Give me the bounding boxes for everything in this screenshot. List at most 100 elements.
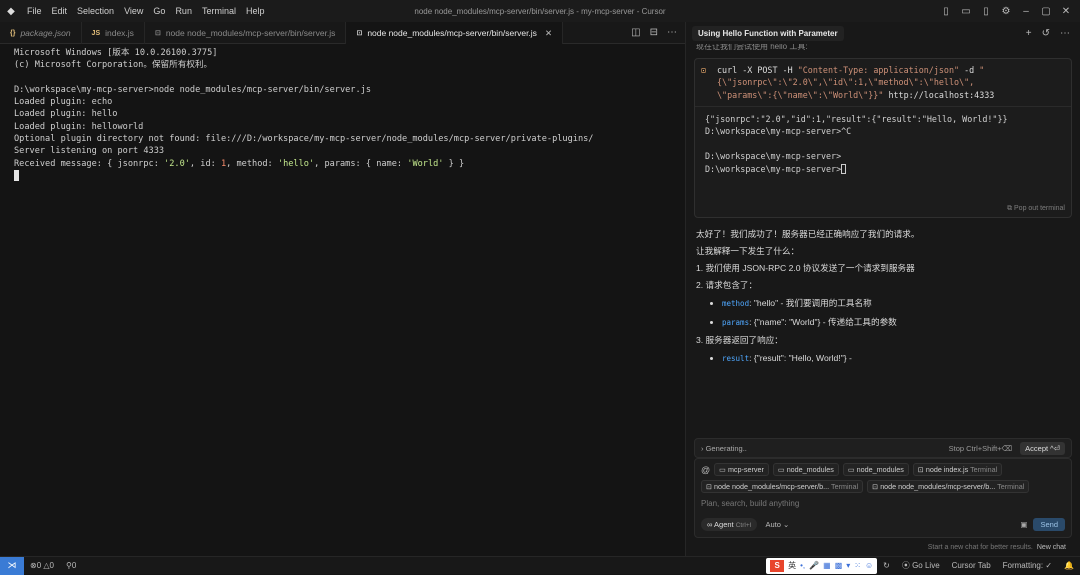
maximize-icon[interactable]: ▢ xyxy=(1036,6,1056,17)
layout-icon[interactable]: ⊟ xyxy=(650,27,658,38)
tab-package-json[interactable]: {} package.json xyxy=(0,22,82,44)
chat-header-actions: + ↺ ⋯ xyxy=(1026,28,1080,39)
ime-toolbar[interactable]: S 英 •, 🎤 ▦ ▩ ▾ ⁙ ☺ xyxy=(766,557,878,574)
tab-label: node node_modules/mcp-server/bin/server.… xyxy=(165,28,336,38)
text: '2.0' xyxy=(164,158,190,169)
output-line: D:\workspace\my-mcp-server> xyxy=(705,151,842,162)
context-chip[interactable]: ▭ node_modules xyxy=(842,463,909,476)
menu-view[interactable]: View xyxy=(119,0,148,22)
history-icon[interactable]: ↺ xyxy=(1042,28,1050,39)
menu-bar: File Edit Selection View Go Run Terminal… xyxy=(22,0,269,22)
new-chat-link[interactable]: New chat xyxy=(1037,544,1066,551)
context-chip[interactable]: ▭ mcp-server xyxy=(714,463,769,476)
model-select[interactable]: Auto ⌄ xyxy=(765,520,789,529)
close-tab-icon[interactable]: ✕ xyxy=(545,28,552,39)
text: , params: { name: xyxy=(314,158,408,169)
menu-terminal[interactable]: Terminal xyxy=(197,0,241,22)
text: "Content-Type: application/json" xyxy=(797,65,960,75)
agent-mode-button[interactable]: ∞ Agent Ctrl+I xyxy=(701,518,758,531)
chat-input[interactable]: Plan, search, build anything xyxy=(701,499,1065,508)
punctuation-icon[interactable]: •, xyxy=(800,561,805,570)
send-button[interactable]: Send xyxy=(1033,518,1065,531)
stop-button[interactable]: Stop Ctrl+Shift+⌫ xyxy=(949,444,1013,453)
chat-panel: Using Hello Function with Parameter + ↺ … xyxy=(686,22,1080,556)
toggle-sidebar-icon[interactable]: ▯ xyxy=(936,6,956,17)
ime-mode[interactable]: 英 xyxy=(788,560,796,571)
text: 0 xyxy=(71,561,77,570)
list-item: params: {"name": "World"} - 传递给工具的参数 xyxy=(722,313,1070,332)
more-icon[interactable]: ⋯ xyxy=(1060,28,1070,39)
text: node node_modules/mcp-server/b... xyxy=(880,482,996,491)
step-3: 3. 服务器返回了响应： xyxy=(696,335,783,345)
sogou-logo-icon: S xyxy=(770,559,785,572)
tab-terminal-server-1[interactable]: ⊡ node node_modules/mcp-server/bin/serve… xyxy=(145,22,347,44)
text: : {"result": "Hello, World!"} - xyxy=(749,353,852,363)
menu-run[interactable]: Run xyxy=(170,0,197,22)
text: node_modules xyxy=(856,465,904,474)
shirt-icon[interactable]: ▾ xyxy=(846,561,850,570)
text: 0 xyxy=(36,561,42,570)
more-actions-icon[interactable]: ⋯ xyxy=(667,27,677,38)
menu-help[interactable]: Help xyxy=(241,0,270,22)
terminal-output[interactable]: Microsoft Windows [版本 10.0.26100.3775] (c… xyxy=(0,44,685,556)
chat-title[interactable]: Using Hello Function with Parameter xyxy=(692,25,844,41)
terminal-icon: ⊡ xyxy=(917,465,926,474)
list-item: method: "hello" - 我们要调用的工具名称 xyxy=(722,294,1070,313)
text: " xyxy=(979,65,985,75)
terminal-icon: ⊡ xyxy=(706,482,715,491)
formatting-status[interactable]: Formatting: ✓ xyxy=(997,561,1058,570)
problems-indicator[interactable]: ⊗0 △0 xyxy=(24,561,60,570)
notifications-bell-icon[interactable]: 🔔 xyxy=(1058,561,1080,570)
text: Received message: { jsonrpc: xyxy=(14,158,165,169)
grid-icon[interactable]: ⁙ xyxy=(854,561,861,570)
text: \"params\":{\"name\":\"World\"}}" xyxy=(717,89,884,100)
chevron-down-icon: ⌄ xyxy=(782,520,790,529)
menu-edit[interactable]: Edit xyxy=(47,0,73,22)
context-chip[interactable]: ▭ node_modules xyxy=(772,463,839,476)
menu-selection[interactable]: Selection xyxy=(72,0,119,22)
chat-header: Using Hello Function with Parameter + ↺ … xyxy=(686,22,1080,44)
face-icon[interactable]: ☺ xyxy=(865,561,873,570)
inline-code: method xyxy=(722,299,750,308)
tab-index-js[interactable]: JS index.js xyxy=(82,22,145,44)
image-attach-icon[interactable]: ▣ xyxy=(1020,520,1027,529)
ports-indicator[interactable]: ⚲0 xyxy=(60,561,82,570)
go-live-button[interactable]: ⦿ Go Live xyxy=(896,560,946,571)
pop-out-terminal-button[interactable]: ⧉ Pop out terminal xyxy=(1007,205,1065,213)
skin-icon[interactable]: ▩ xyxy=(835,561,843,570)
toggle-aux-icon[interactable]: ▯ xyxy=(976,6,996,17)
text: } } xyxy=(443,158,465,169)
text: Terminal xyxy=(997,482,1025,491)
terminal-command-block: ⊡ curl -X POST -H "Content-Type: applicat… xyxy=(694,58,1072,218)
context-chip[interactable]: ⊡ node node_modules/mcp-server/b... Term… xyxy=(867,480,1030,493)
settings-gear-icon[interactable]: ⚙ xyxy=(996,6,1016,17)
keyboard-icon[interactable]: ▦ xyxy=(823,561,831,570)
menu-file[interactable]: File xyxy=(22,0,47,22)
microphone-icon[interactable]: 🎤 xyxy=(809,561,819,570)
generating-bar: › Generating.. Stop Ctrl+Shift+⌫ Accept … xyxy=(694,438,1072,458)
sync-icon[interactable]: ↻ xyxy=(877,561,896,570)
command-output: {"jsonrpc":"2.0","id":1,"result":{"resul… xyxy=(695,107,1071,182)
minimize-icon[interactable]: – xyxy=(1016,6,1036,17)
cursor-tab-button[interactable]: Cursor Tab xyxy=(946,561,997,570)
toggle-panel-icon[interactable]: ▭ xyxy=(956,6,976,17)
context-chip[interactable]: ⊡ node index.js Terminal xyxy=(912,463,1003,476)
text: , id: xyxy=(189,158,221,169)
terminal-cursor xyxy=(841,164,847,175)
title-bar: ◆ File Edit Selection View Go Run Termin… xyxy=(0,0,1080,22)
step-3-list: result: {"result": "Hello, World!"} - xyxy=(696,349,1070,368)
tab-label: package.json xyxy=(20,28,71,38)
at-mention-icon[interactable]: @ xyxy=(701,465,710,475)
context-chip[interactable]: ⊡ node node_modules/mcp-server/b... Term… xyxy=(701,480,864,493)
status-bar: ⋊ ⊗0 △0 ⚲0 S 英 •, 🎤 ▦ ▩ ▾ ⁙ ☺ ↻ ⦿ Go Liv… xyxy=(0,556,1080,575)
broadcast-icon: ⦿ xyxy=(901,561,913,570)
accept-button[interactable]: Accept ^⏎ xyxy=(1020,441,1065,455)
close-window-icon[interactable]: ✕ xyxy=(1056,6,1076,17)
command-text[interactable]: ⊡ curl -X POST -H "Content-Type: applicat… xyxy=(695,59,1071,107)
tab-terminal-server-2[interactable]: ⊡ node node_modules/mcp-server/bin/serve… xyxy=(346,22,564,44)
new-chat-icon[interactable]: + xyxy=(1026,28,1032,39)
remote-icon[interactable]: ⋊ xyxy=(0,556,24,575)
split-editor-icon[interactable]: ◫ xyxy=(631,27,640,38)
output-line: D:\workspace\my-mcp-server>^C xyxy=(705,126,852,137)
menu-go[interactable]: Go xyxy=(148,0,170,22)
